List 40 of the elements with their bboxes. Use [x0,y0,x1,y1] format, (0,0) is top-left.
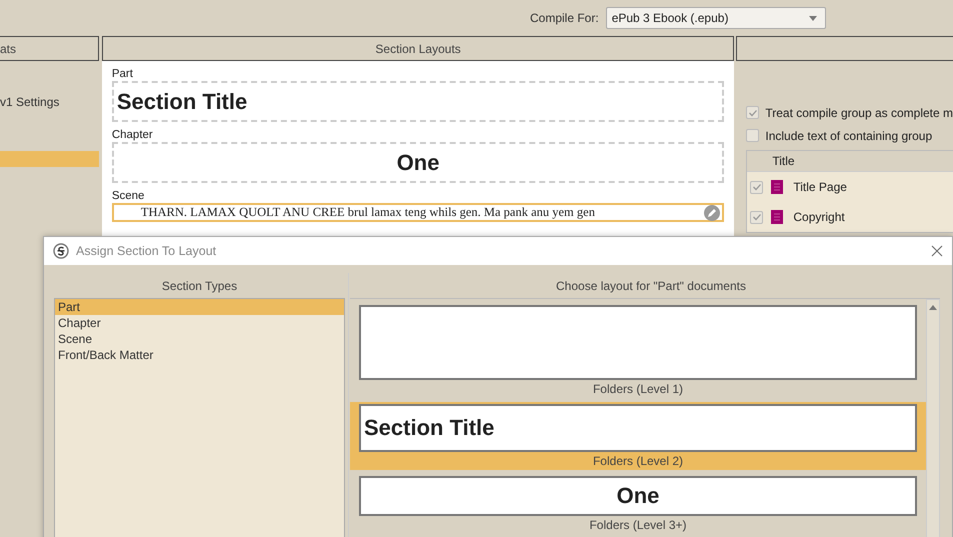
section-label: Scene [112,189,146,203]
column-header: Section Layouts [102,36,734,61]
dialog-title: Assign Section To Layout [76,244,218,258]
table-cell: Copyright [793,210,845,224]
layout-option[interactable]: One Folders (Level 3+) [350,474,926,534]
close-icon[interactable] [931,245,943,257]
layout-preview: One [359,476,917,516]
column-header: ats [0,36,99,61]
section-type-item[interactable]: Front/Back Matter [55,347,344,363]
layout-option[interactable]: Folders (Level 1) [350,303,926,398]
app-logo-icon [53,243,69,259]
section-type-item[interactable]: Part [55,299,344,315]
layout-preview[interactable]: One [112,142,724,183]
caret-icon [808,16,817,20]
layout-option[interactable]: Section Title Folders (Level 2) [350,402,926,470]
panel-header: Choose layout for "Part" documents [555,278,747,294]
compile-for-label: Compile For: [530,11,599,25]
section-label: Part [112,67,134,81]
compile-format-dropdown[interactable]: ePub 3 Ebook (.epub) [606,7,826,29]
layout-preview: Section Title [359,404,917,452]
format-row[interactable]: v1 Settings [0,94,99,110]
section-type-item[interactable]: Chapter [55,315,344,331]
checkbox[interactable] [746,106,760,119]
document-icon [771,180,784,194]
checkbox-label: Treat compile group as complete m [765,106,953,120]
layout-preview[interactable]: Section Title [112,81,724,122]
checkbox-label: Include text of containing group [765,128,932,142]
panel-header: Section Types [160,278,238,294]
table-cell: Title Page [793,180,847,194]
document-icon [771,210,784,224]
scroll-up-icon[interactable] [929,305,937,310]
column-header: Title [772,154,795,168]
section-type-item[interactable]: Scene [55,331,344,347]
checkbox[interactable] [750,210,764,224]
checkbox[interactable] [750,180,764,194]
checkbox[interactable] [746,129,760,142]
pencil-icon[interactable] [704,205,720,221]
section-label: Chapter [112,128,154,142]
scrollbar[interactable] [926,299,940,537]
layout-preview[interactable]: THARN. LAMAX QUOLT ANU CREE brul lamax teng whils gen. Ma pank anu yem gen [112,203,724,222]
